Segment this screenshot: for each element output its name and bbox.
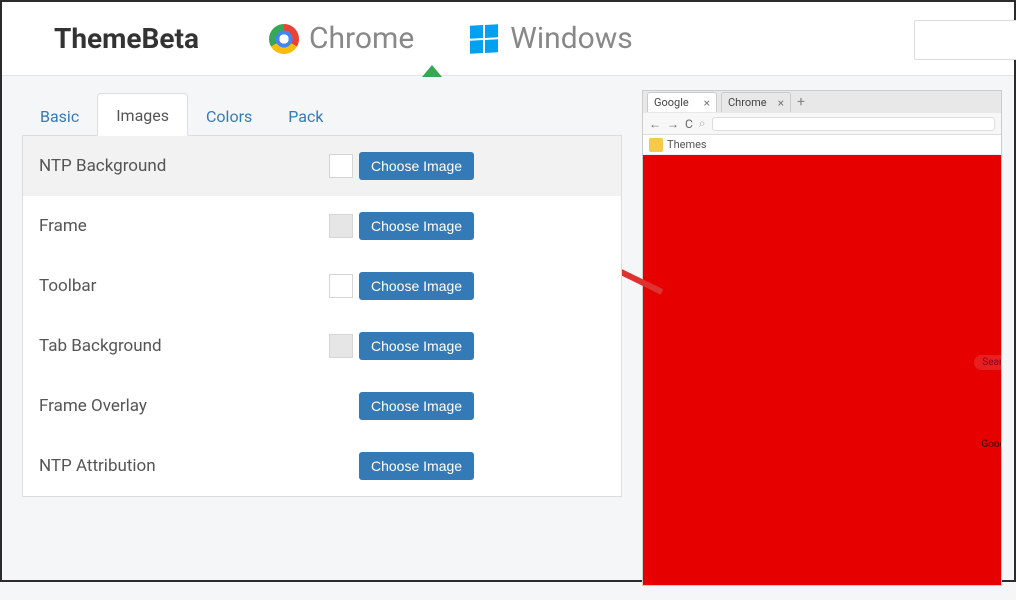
frame-overlay-label: Frame Overlay (39, 396, 329, 416)
row-tab-background: Tab Background Choose Image (23, 316, 621, 376)
tab-background-label: Tab Background (39, 336, 329, 356)
preview-tab-google-label: Google (654, 96, 689, 109)
frame-swatch[interactable] (329, 214, 353, 238)
ntp-site-label: Google (973, 437, 1002, 452)
preview-ntp: Search Google (643, 155, 1001, 585)
preview-toolbar: ← → C ⌕ (643, 113, 1001, 135)
editor-tabs: Basic Images Colors Pack (22, 90, 622, 136)
tab-basic[interactable]: Basic (22, 95, 97, 136)
brand-logo[interactable]: ThemeBeta (54, 22, 199, 55)
nav-windows[interactable]: Windows (470, 21, 633, 56)
nav-windows-label: Windows (510, 21, 633, 56)
reload-icon[interactable]: C (685, 117, 693, 131)
ntp-background-swatch[interactable] (329, 154, 353, 178)
preview-tab-google[interactable]: Google × (647, 92, 717, 112)
preview-tab-chrome[interactable]: Chrome × (721, 92, 791, 112)
preview-omnibox[interactable] (712, 117, 995, 131)
back-icon[interactable]: ← (649, 117, 661, 131)
nav-chrome-label: Chrome (309, 21, 414, 56)
tab-images[interactable]: Images (97, 93, 188, 136)
search-icon: ⌕ (699, 116, 706, 131)
tab-colors[interactable]: Colors (188, 95, 270, 136)
row-toolbar: Toolbar Choose Image (23, 256, 621, 316)
content-area: Basic Images Colors Pack NTP Background … (2, 76, 1014, 600)
frame-choose-button[interactable]: Choose Image (359, 212, 474, 240)
tab-pack[interactable]: Pack (270, 95, 341, 136)
bookmark-folder-icon (649, 138, 663, 152)
row-ntp-attribution: NTP Attribution Choose Image (23, 436, 621, 496)
preview-tab-chrome-label: Chrome (728, 96, 767, 109)
ntp-attribution-choose-button[interactable]: Choose Image (359, 452, 474, 480)
ntp-background-label: NTP Background (39, 156, 329, 176)
ntp-background-choose-button[interactable]: Choose Image (359, 152, 474, 180)
preview-bookmark-bar: Themes (643, 135, 1001, 155)
tab-background-choose-button[interactable]: Choose Image (359, 332, 474, 360)
preview-tabstrip: Google × Chrome × + (643, 91, 1001, 113)
row-frame: Frame Choose Image (23, 196, 621, 256)
windows-icon (470, 24, 498, 53)
theme-preview: Google × Chrome × + ← → C ⌕ Themes Searc… (642, 90, 1002, 586)
bookmark-themes[interactable]: Themes (667, 138, 707, 151)
new-tab-icon[interactable]: + (797, 94, 805, 110)
toolbar-label: Toolbar (39, 276, 329, 296)
close-icon[interactable]: × (704, 96, 710, 110)
tab-background-swatch[interactable] (329, 334, 353, 358)
search-input[interactable] (914, 20, 1016, 60)
ntp-chip-search: Search (974, 355, 1002, 370)
nav-chrome[interactable]: Chrome (269, 21, 414, 56)
images-panel: NTP Background Choose Image Frame Choose… (22, 135, 622, 497)
row-frame-overlay: Frame Overlay Choose Image (23, 376, 621, 436)
close-icon[interactable]: × (778, 96, 784, 110)
editor-panel: Basic Images Colors Pack NTP Background … (22, 90, 622, 586)
row-ntp-background: NTP Background Choose Image (23, 136, 621, 196)
frame-overlay-choose-button[interactable]: Choose Image (359, 392, 474, 420)
ntp-attribution-label: NTP Attribution (39, 456, 329, 476)
forward-icon[interactable]: → (667, 117, 679, 131)
toolbar-choose-button[interactable]: Choose Image (359, 272, 474, 300)
toolbar-swatch[interactable] (329, 274, 353, 298)
active-nav-caret-icon (422, 65, 442, 77)
chrome-icon (269, 24, 299, 54)
frame-label: Frame (39, 216, 329, 236)
top-navbar: ThemeBeta Chrome Windows (2, 2, 1014, 76)
